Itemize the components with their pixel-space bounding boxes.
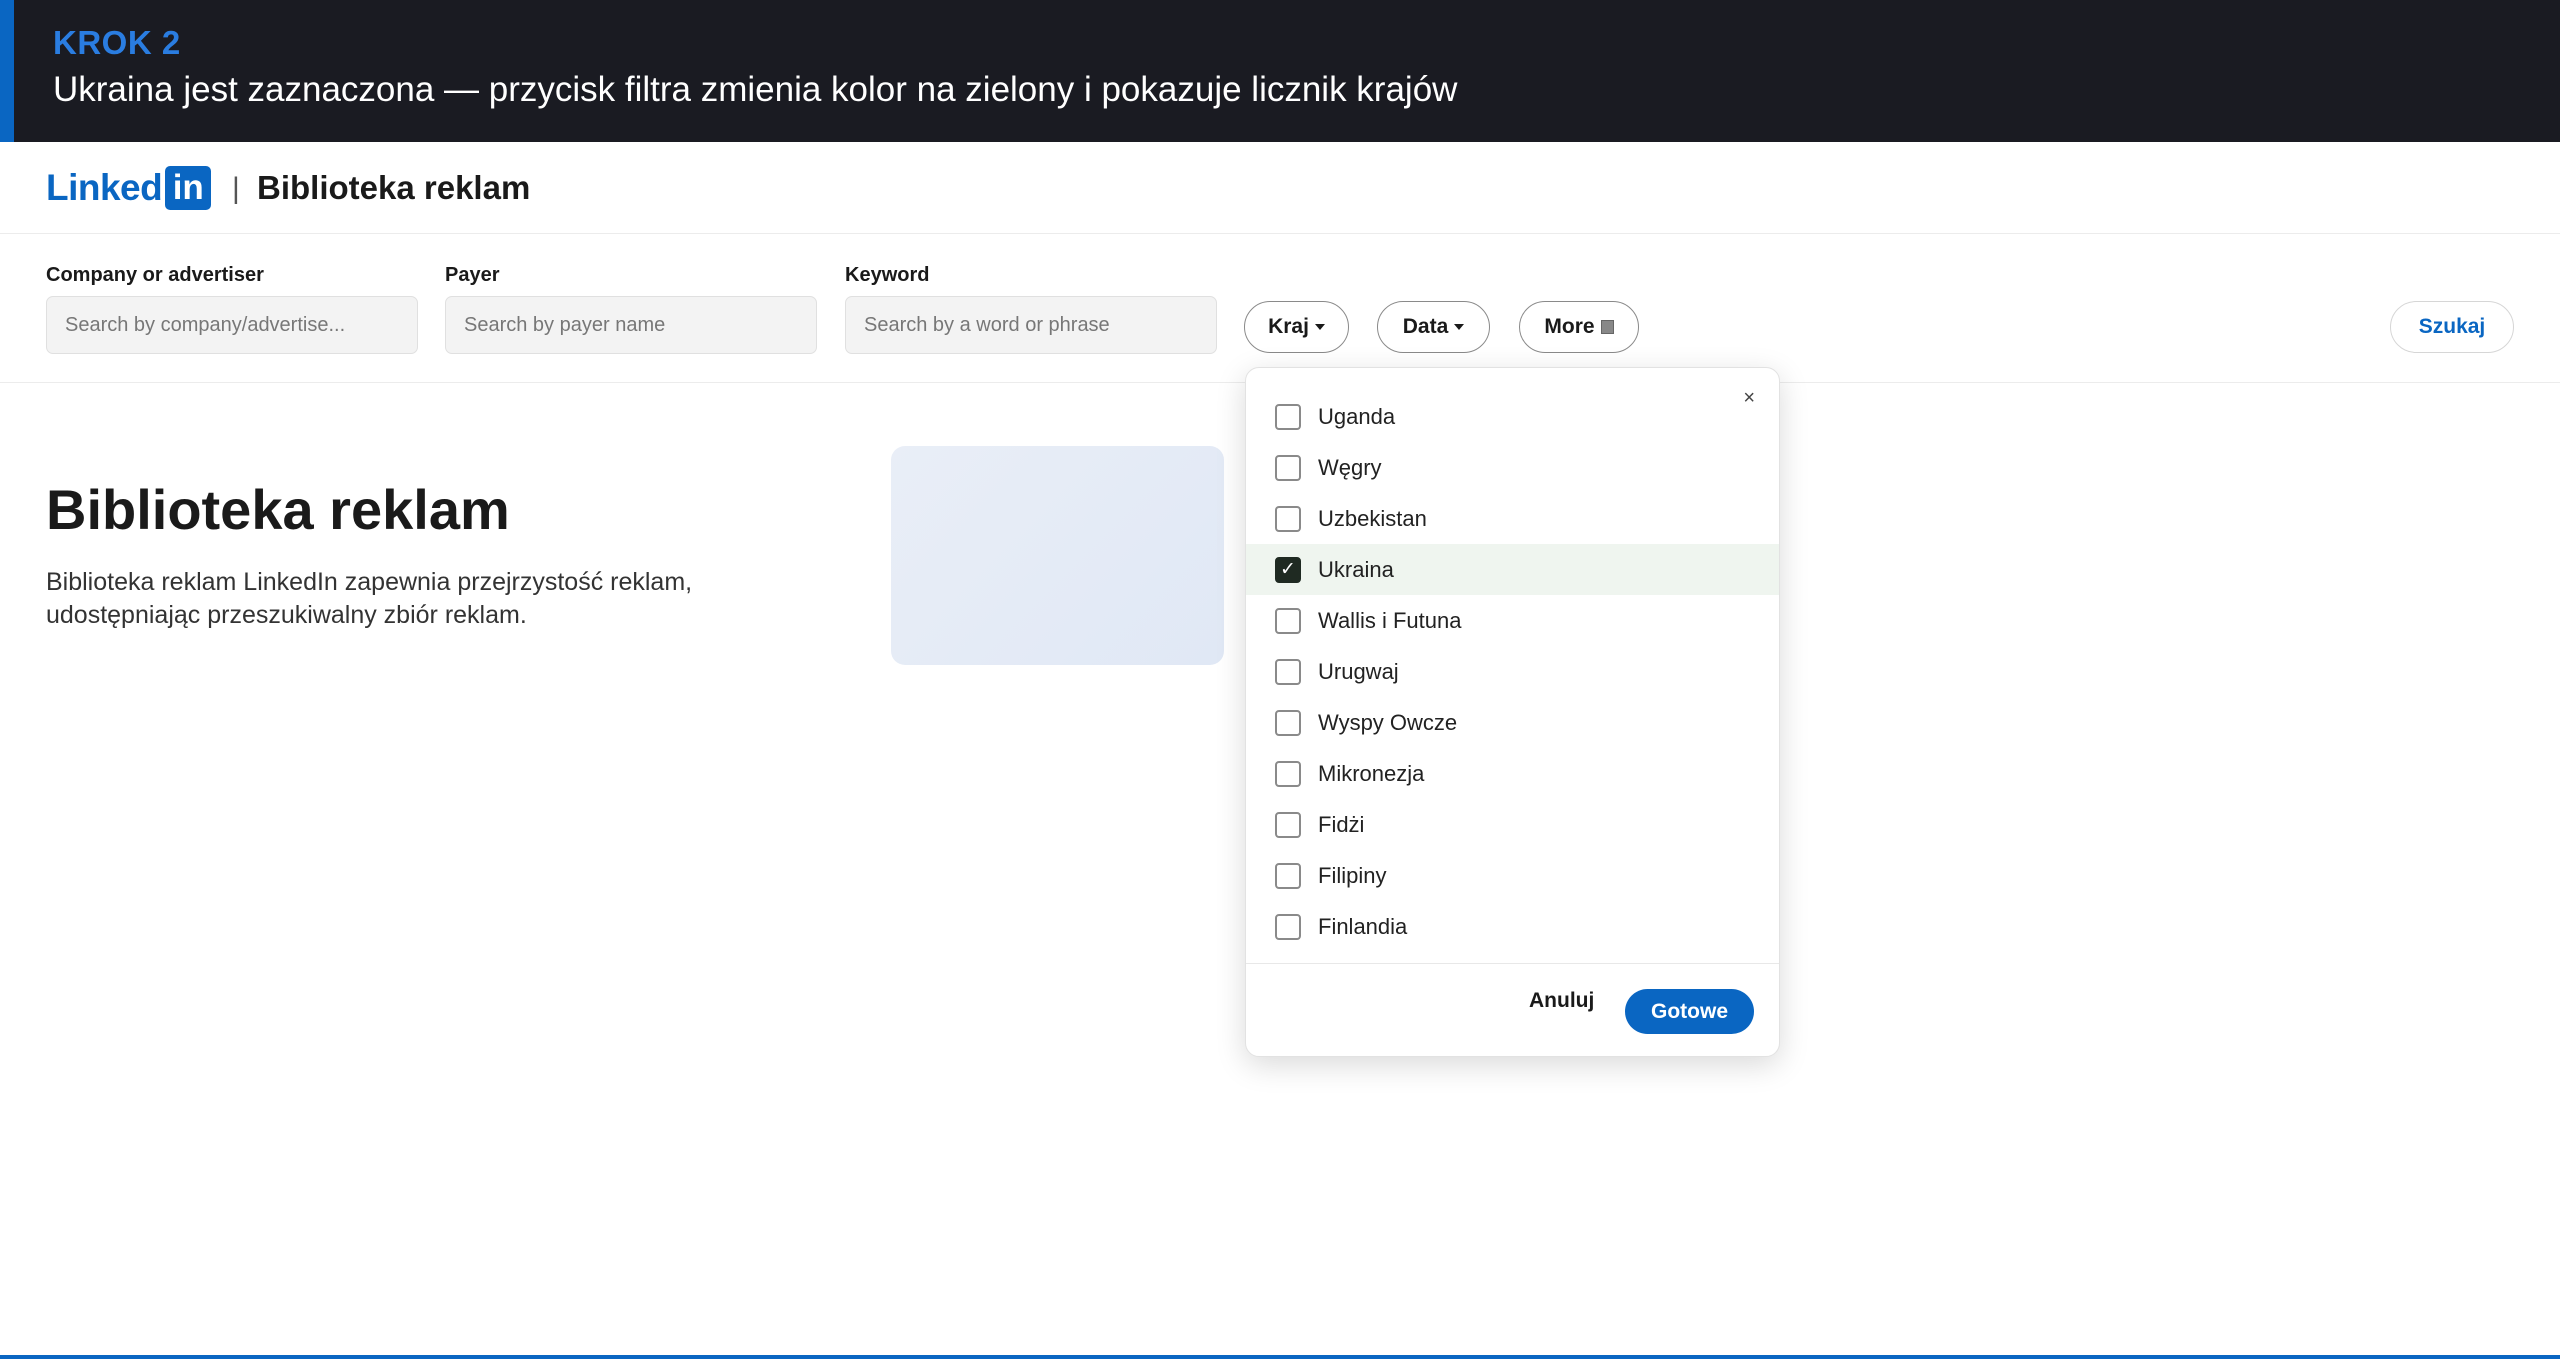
country-filter-label: Kraj [1268,315,1309,338]
banner-step-label: KROK 2 [53,24,181,61]
bottom-accent-line [0,1355,2560,1359]
country-option-selected[interactable]: ✓ Ukraina [1246,544,1779,595]
checkbox[interactable] [1275,913,1301,940]
country-dropdown: × Uganda Węgry Uzbekistan ✓ Ukraina Wall… [1245,367,1780,1057]
checkbox[interactable] [1275,811,1301,838]
country-option-label: Ukraina [1318,556,1394,582]
payer-search-input[interactable] [445,296,817,354]
keyword-search-input[interactable] [845,296,1217,354]
checkbox[interactable] [1275,607,1301,634]
page-header: Linked in | Biblioteka reklam [0,142,2560,234]
keyword-label: Keyword [845,264,930,286]
filter-bar: Company or advertiser Payer Keyword Kraj… [0,234,2560,383]
country-option[interactable]: Uganda [1246,391,1779,442]
country-option-label: Uganda [1318,403,1396,429]
page-description: Biblioteka reklam LinkedIn zapewnia prze… [46,568,693,629]
checkbox[interactable] [1275,658,1301,685]
country-option[interactable]: Węgry [1246,442,1779,493]
payer-label: Payer [445,264,500,286]
country-option[interactable]: Fidżi [1246,799,1779,850]
search-button[interactable]: Szukaj [2390,301,2514,353]
checkbox[interactable] [1275,709,1301,736]
country-option[interactable]: Uzbekistan [1246,493,1779,544]
company-label: Company or advertiser [46,264,264,286]
filter-icon [1600,320,1614,334]
checkbox[interactable] [1275,403,1301,430]
banner-title: Ukraina jest zaznaczona — przycisk filtr… [53,70,1458,109]
country-option-label: Finlandia [1318,913,1408,939]
page-title: Biblioteka reklam [46,478,510,541]
country-option-label: Uzbekistan [1318,505,1427,531]
country-option-label: Filipiny [1318,862,1387,888]
country-option[interactable]: Finlandia [1246,901,1779,952]
banner-accent-bar [0,0,14,142]
checkbox[interactable] [1275,454,1301,481]
country-option-label: Wallis i Futuna [1318,607,1462,633]
country-option[interactable]: Urugwaj [1246,646,1779,697]
checkbox[interactable] [1275,862,1301,889]
dropdown-divider [1246,963,1779,964]
country-option-label: Węgry [1318,454,1382,480]
country-option[interactable]: Wyspy Owcze [1246,697,1779,748]
country-option[interactable]: Mikronezja [1246,748,1779,799]
hero-illustration [891,446,1224,665]
company-search-input[interactable] [46,296,418,354]
date-filter-button[interactable]: Data [1377,301,1490,353]
country-filter-button[interactable]: Kraj [1244,301,1349,353]
country-option-label: Mikronezja [1318,760,1425,786]
country-option[interactable]: Wallis i Futuna [1246,595,1779,646]
logo-wordmark: Linked [46,167,163,208]
cancel-button[interactable]: Anuluj [1529,989,1594,1013]
country-option-label: Wyspy Owcze [1318,709,1458,735]
checkbox-checked[interactable]: ✓ [1275,556,1301,583]
logo-in-box: in [165,166,212,210]
date-filter-label: Data [1402,315,1449,338]
more-filters-button[interactable]: More [1519,301,1639,353]
header-separator: | [232,172,240,205]
country-option[interactable]: Filipiny [1246,850,1779,901]
more-filters-label: More [1544,315,1595,338]
step-banner: KROK 2 Ukraina jest zaznaczona — przycis… [0,0,2560,142]
country-option-label: Urugwaj [1318,658,1399,684]
checkbox[interactable] [1275,760,1301,787]
header-title: Biblioteka reklam [257,169,531,206]
done-button[interactable]: Gotowe [1625,989,1754,1034]
chevron-down-icon [1454,324,1465,330]
chevron-down-icon [1314,324,1325,330]
country-option-label: Fidżi [1318,811,1365,837]
linkedin-logo[interactable]: Linked in [46,166,212,210]
checkbox[interactable] [1275,505,1301,532]
